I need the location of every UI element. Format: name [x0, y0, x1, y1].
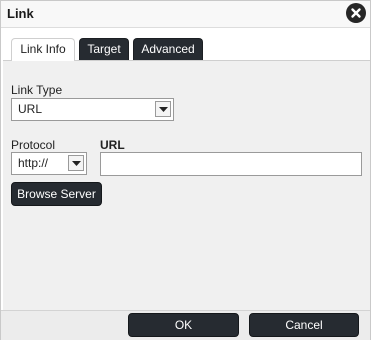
browse-server-label: Browse Server — [17, 187, 96, 201]
browse-server-button[interactable]: Browse Server — [11, 182, 102, 206]
url-input[interactable] — [101, 153, 361, 175]
dialog-titlebar[interactable]: Link — [1, 1, 370, 28]
link-type-value: URL — [18, 102, 43, 116]
link-info-panel: Link Type URL Protocol URL http:// Brows… — [3, 60, 370, 311]
cancel-label: Cancel — [285, 318, 323, 332]
tab-target[interactable]: Target — [79, 38, 129, 60]
protocol-select[interactable]: http:// — [11, 152, 87, 175]
protocol-value: http:// — [18, 156, 49, 170]
tab-advanced[interactable]: Advanced — [133, 38, 203, 60]
tab-label: Advanced — [141, 42, 195, 56]
tab-label: Link Info — [20, 42, 66, 56]
link-type-label: Link Type — [11, 83, 63, 97]
cancel-button[interactable]: Cancel — [249, 313, 359, 337]
link-type-select[interactable]: URL — [11, 98, 174, 121]
close-button[interactable] — [346, 3, 366, 23]
dialog-title: Link — [7, 6, 34, 21]
url-label: URL — [100, 138, 125, 152]
chevron-down-icon[interactable] — [155, 101, 171, 117]
tab-label: Target — [87, 42, 121, 56]
ok-button[interactable]: OK — [128, 313, 239, 337]
chevron-down-icon[interactable] — [68, 155, 84, 171]
dialog-footer: OK Cancel — [1, 310, 370, 340]
tab-link-info[interactable]: Link Info — [11, 38, 75, 61]
url-field[interactable] — [100, 152, 362, 176]
protocol-label: Protocol — [11, 138, 56, 152]
ok-label: OK — [174, 318, 193, 332]
link-dialog: Link Link Info Target Advanced Link Type… — [0, 0, 371, 340]
